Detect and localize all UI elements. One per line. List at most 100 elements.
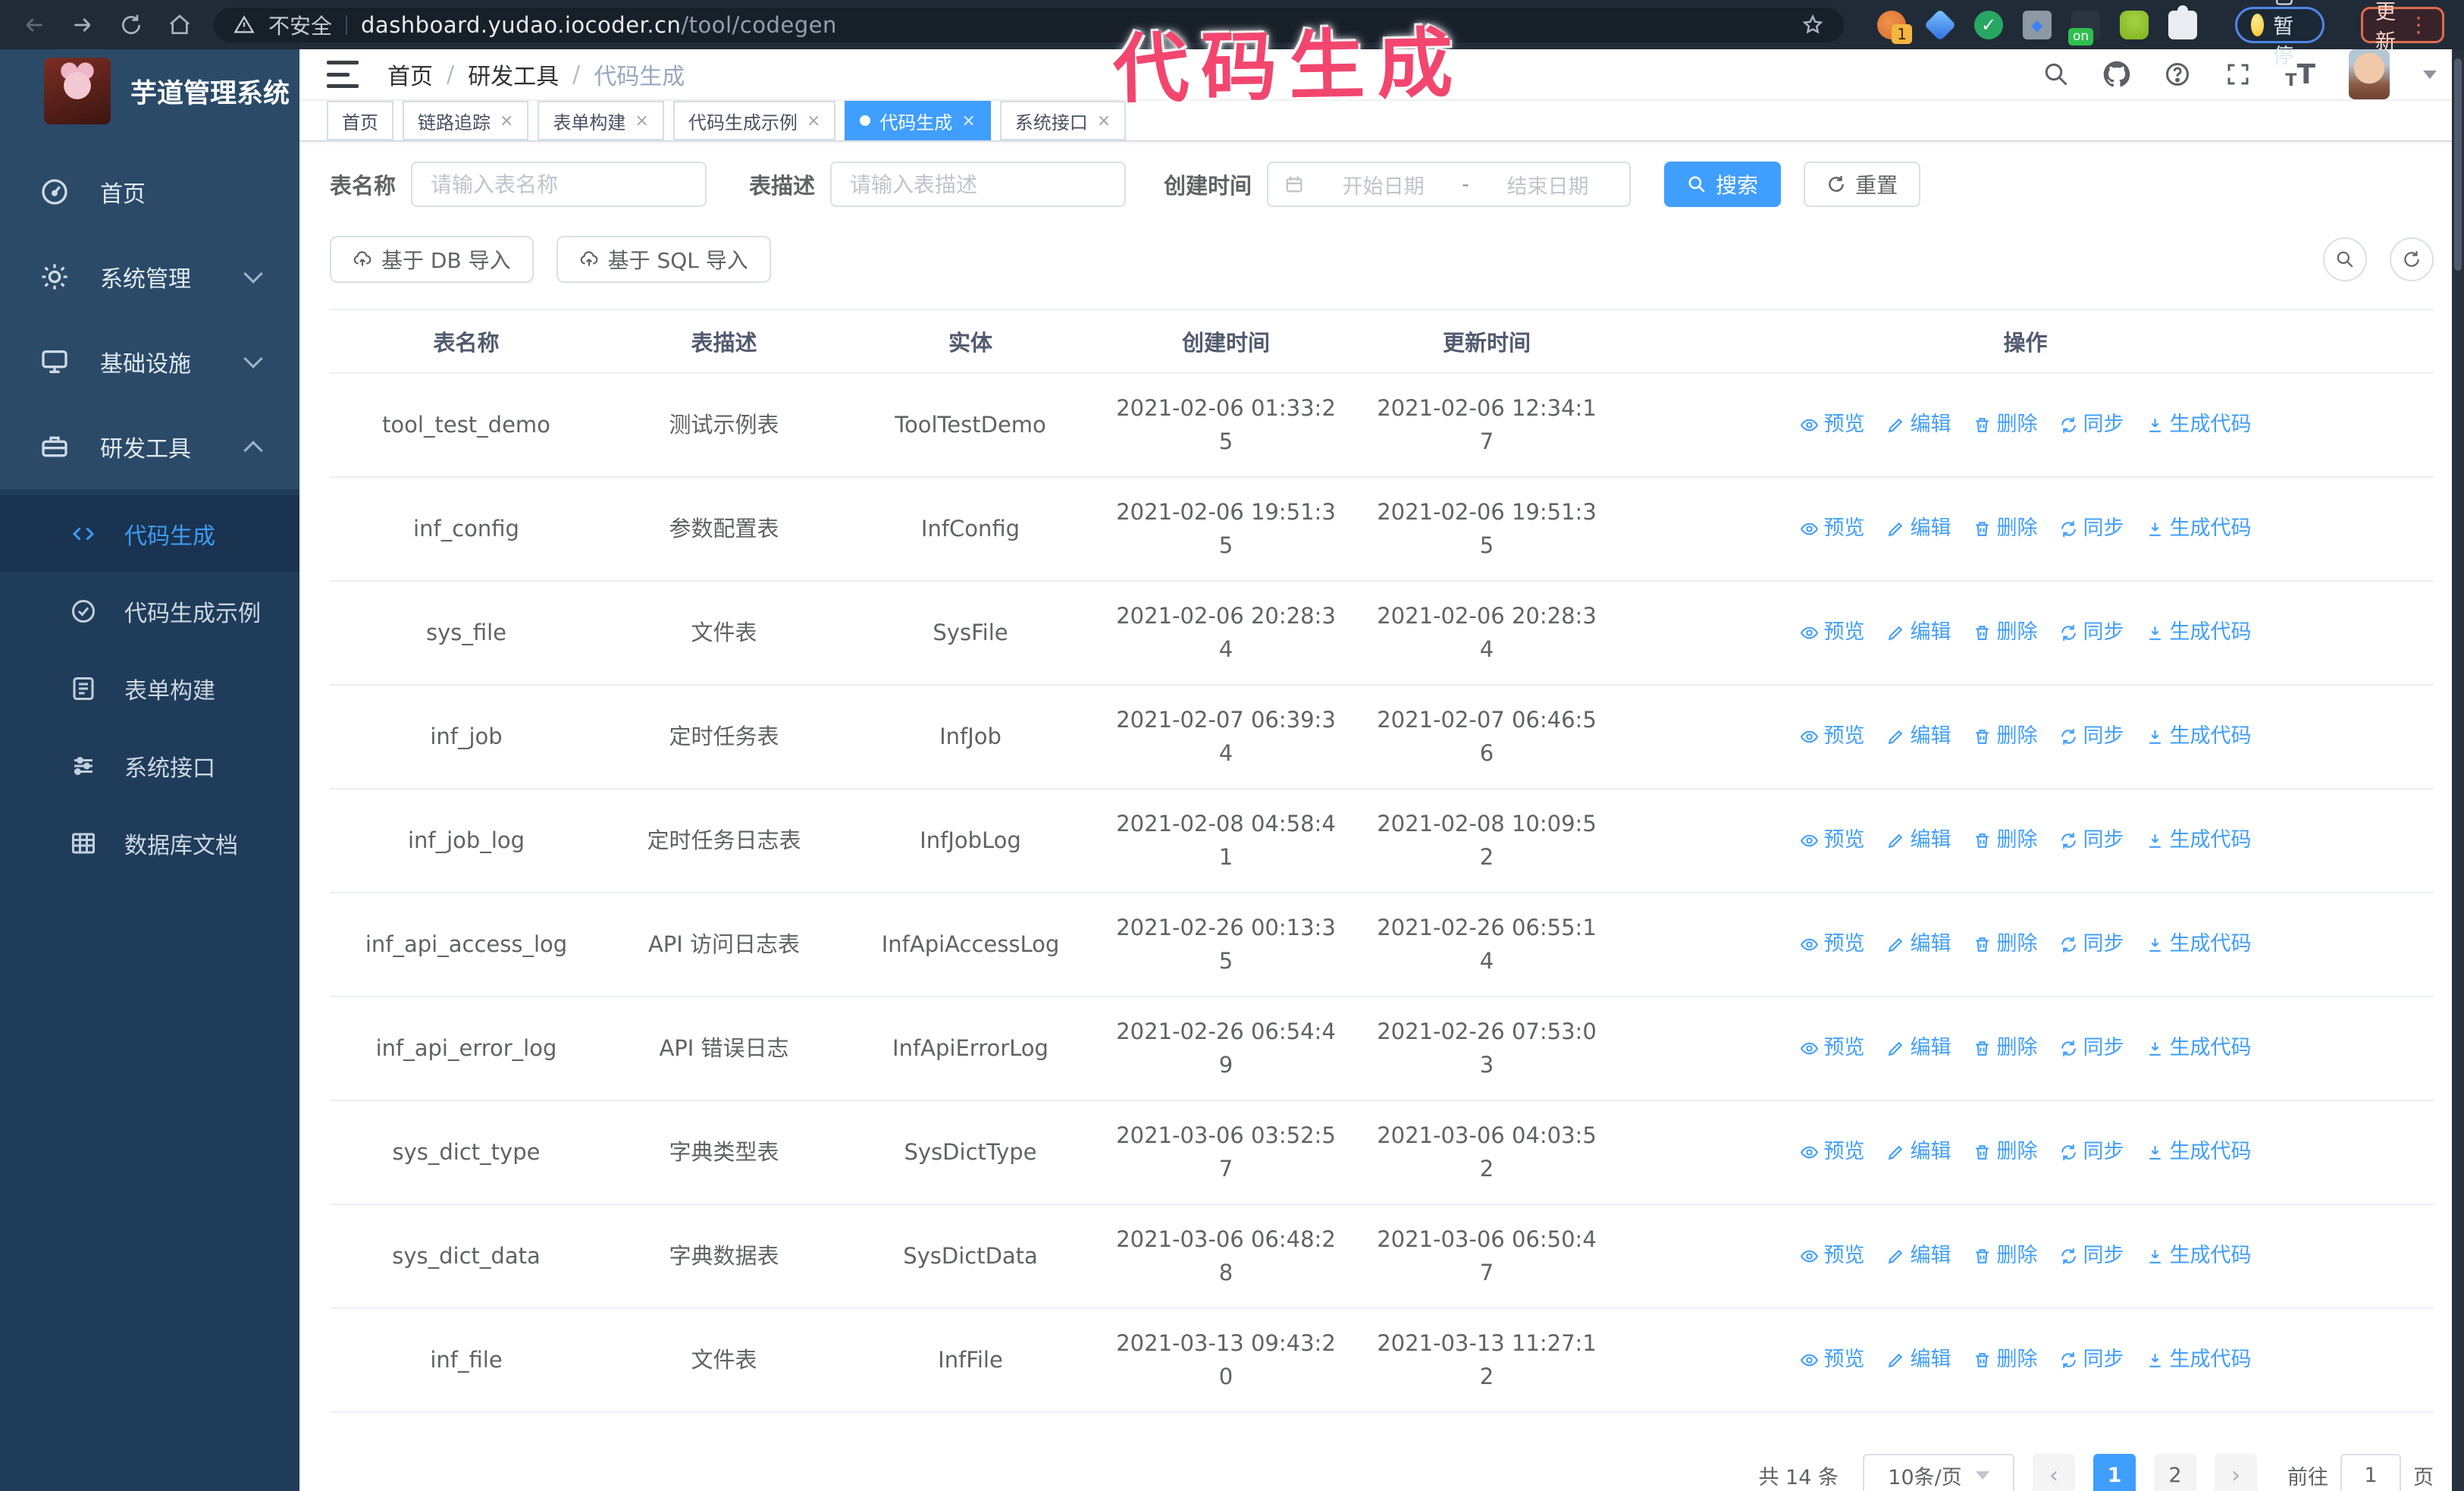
preview-link[interactable]: 预览 [1800,1033,1865,1064]
breadcrumb-home[interactable]: 首页 [387,58,433,91]
delete-link[interactable]: 删除 [1973,721,2038,752]
table-row[interactable]: sys_dict_type 字典类型表 SysDictType 2021-03-… [330,1101,2434,1205]
tab-home[interactable]: 首页 [327,101,393,140]
generate-code-link[interactable]: 生成代码 [2146,825,2252,856]
delete-link[interactable]: 删除 [1973,1137,2038,1168]
edit-link[interactable]: 编辑 [1886,1345,1951,1376]
table-row[interactable]: sys_dict_data 字典数据表 SysDictData 2021-03-… [330,1205,2434,1309]
sidebar-item-codegen[interactable]: 代码生成 [0,495,299,573]
tab-tracing[interactable]: 链路追踪 × [403,101,529,140]
edit-link[interactable]: 编辑 [1886,410,1951,441]
sync-link[interactable]: 同步 [2059,929,2124,960]
preview-link[interactable]: 预览 [1800,1137,1865,1168]
reset-button[interactable]: 重置 [1804,162,1921,207]
sidebar-item-codegen-example[interactable]: 代码生成示例 [0,573,299,650]
bookmark-star-icon[interactable] [1801,14,1824,36]
edit-link[interactable]: 编辑 [1886,825,1951,856]
import-sql-button[interactable]: 基于 SQL 导入 [556,236,771,283]
preview-link[interactable]: 预览 [1800,1345,1865,1376]
user-avatar[interactable] [2349,49,2390,99]
table-name-input[interactable] [411,162,707,207]
tab-system-api[interactable]: 系统接口 × [999,101,1127,140]
delete-link[interactable]: 删除 [1973,513,2038,545]
sidebar-item-form-builder[interactable]: 表单构建 [0,650,299,727]
edit-link[interactable]: 编辑 [1886,617,1951,648]
search-icon[interactable] [2042,61,2070,88]
app-logo[interactable]: 芋道管理系统 [0,49,299,133]
browser-home-icon[interactable] [165,11,194,39]
generate-code-link[interactable]: 生成代码 [2146,1137,2252,1168]
table-row[interactable]: inf_job_log 定时任务日志表 InfJobLog 2021-02-08… [330,789,2434,893]
close-icon[interactable]: × [500,111,513,130]
generate-code-link[interactable]: 生成代码 [2146,1033,2252,1064]
hamburger-icon[interactable] [327,61,359,88]
edit-link[interactable]: 编辑 [1886,1137,1951,1168]
sidebar-item-db-docs[interactable]: 数据库文档 [0,805,299,882]
extensions-puzzle-icon[interactable] [2168,5,2197,39]
search-button[interactable]: 搜索 [1664,162,1782,207]
generate-code-link[interactable]: 生成代码 [2146,721,2252,752]
page-button-2[interactable]: 2 [2154,1454,2196,1491]
extension-icon-2[interactable] [1923,8,1957,41]
extension-icon-3[interactable]: ✓ [1974,10,2003,39]
help-icon[interactable] [2164,61,2191,88]
table-desc-input[interactable] [830,162,1127,207]
sidebar-item-infrastructure[interactable]: 基础设施 [0,319,299,404]
next-page-button[interactable]: › [2215,1454,2257,1491]
browser-update-button[interactable]: 更新 ⋮ [2361,1,2444,54]
preview-link[interactable]: 预览 [1800,825,1865,856]
extension-icon-5[interactable] [2068,10,2100,46]
edit-link[interactable]: 编辑 [1886,1241,1951,1272]
generate-code-link[interactable]: 生成代码 [2146,1241,2252,1272]
sync-link[interactable]: 同步 [2059,1033,2124,1064]
preview-link[interactable]: 预览 [1800,410,1865,441]
sync-link[interactable]: 同步 [2059,721,2124,752]
delete-link[interactable]: 删除 [1973,1345,2038,1376]
page-size-select[interactable]: 10条/页 [1863,1454,2014,1491]
preview-link[interactable]: 预览 [1800,1241,1865,1272]
goto-page-input[interactable] [2340,1454,2401,1491]
avatar-caret-icon[interactable] [2423,70,2437,79]
edit-link[interactable]: 编辑 [1886,513,1951,545]
browser-reload-icon[interactable] [117,11,146,39]
table-row[interactable]: inf_job 定时任务表 InfJob 2021-02-07 06:39:34… [330,686,2434,789]
prev-page-button[interactable]: ‹ [2033,1454,2075,1491]
delete-link[interactable]: 删除 [1973,929,2038,960]
browser-forward-icon[interactable] [68,11,97,39]
sidebar-item-home[interactable]: 首页 [0,149,299,234]
tab-codegen[interactable]: 代码生成 × [845,101,991,140]
tab-form-builder[interactable]: 表单构建 × [538,101,664,140]
generate-code-link[interactable]: 生成代码 [2146,929,2252,960]
close-icon[interactable]: × [961,111,975,130]
delete-link[interactable]: 删除 [1973,1033,2038,1064]
sync-link[interactable]: 同步 [2059,825,2124,856]
scrollbar-thumb[interactable] [2454,58,2462,271]
delete-link[interactable]: 删除 [1973,1241,2038,1272]
toggle-search-button[interactable] [2323,237,2367,281]
close-icon[interactable]: × [807,111,820,130]
table-row[interactable]: tool_test_demo 测试示例表 ToolTestDemo 2021-0… [330,374,2434,478]
page-scrollbar[interactable] [2452,49,2464,1491]
preview-link[interactable]: 预览 [1800,721,1865,752]
address-bar[interactable]: 不安全 dashboard.yudao.iocoder.cn/tool/code… [214,7,1844,42]
preview-link[interactable]: 预览 [1800,617,1865,648]
delete-link[interactable]: 删除 [1973,825,2038,856]
paused-badge[interactable]: 已暂停 [2235,0,2324,68]
extension-icon-4[interactable]: ◆ [2023,10,2052,39]
sync-link[interactable]: 同步 [2059,1241,2124,1272]
table-row[interactable]: inf_api_access_log API 访问日志表 InfApiAcces… [330,893,2434,997]
edit-link[interactable]: 编辑 [1886,1033,1951,1064]
preview-link[interactable]: 预览 [1800,513,1865,545]
breadcrumb-dev-tools[interactable]: 研发工具 [468,58,559,91]
browser-menu-dots-icon[interactable]: ⋮ [2408,12,2430,37]
close-icon[interactable]: × [635,111,648,130]
tab-codegen-example[interactable]: 代码生成示例 × [672,101,836,140]
table-row[interactable]: inf_api_error_log API 错误日志 InfApiErrorLo… [330,997,2434,1101]
delete-link[interactable]: 删除 [1973,410,2038,441]
table-row[interactable]: inf_file 文件表 InfFile 2021-03-13 09:43:20… [330,1309,2434,1413]
sync-link[interactable]: 同步 [2059,1137,2124,1168]
table-row[interactable]: inf_config 参数配置表 InfConfig 2021-02-06 19… [330,478,2434,582]
preview-link[interactable]: 预览 [1800,929,1865,960]
start-date-placeholder[interactable]: 开始日期 [1317,170,1450,199]
github-icon[interactable] [2103,61,2130,88]
